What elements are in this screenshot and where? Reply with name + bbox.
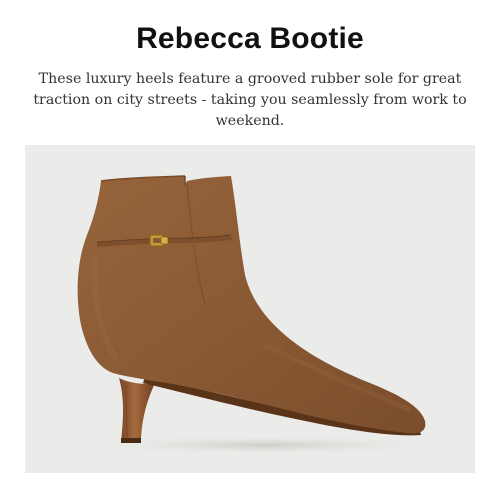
product-page: Rebecca Bootie These luxury heels featur… bbox=[0, 0, 500, 500]
boot-heel bbox=[119, 378, 155, 443]
boot-image bbox=[75, 175, 455, 455]
gold-buckle bbox=[149, 234, 169, 247]
heel-tip bbox=[121, 438, 141, 443]
product-photo bbox=[25, 145, 475, 473]
product-title: Rebecca Bootie bbox=[136, 22, 364, 55]
product-description: These luxury heels feature a grooved rub… bbox=[33, 71, 467, 129]
